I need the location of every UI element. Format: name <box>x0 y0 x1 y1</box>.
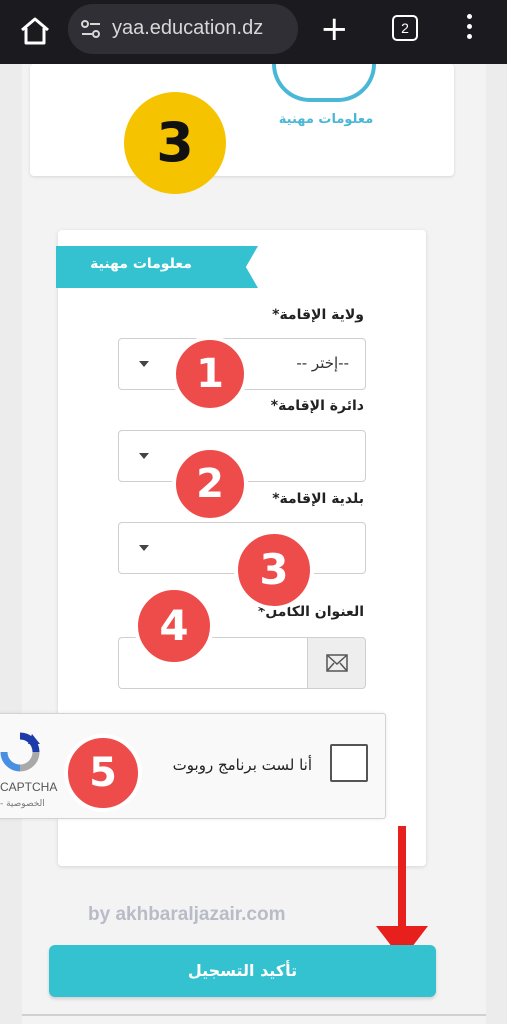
step-indicator-card <box>30 64 454 176</box>
more-menu-icon[interactable] <box>464 14 474 44</box>
step-number-badge: 3 <box>124 92 226 194</box>
section-title: معلومات مهنية <box>90 256 192 272</box>
current-step-label: معلومات مهنية <box>278 112 374 127</box>
annotation-badge-4: 4 <box>134 586 214 666</box>
chevron-down-icon <box>139 453 149 459</box>
recaptcha-privacy-link[interactable]: الخصوصية - <box>0 799 45 809</box>
tab-switcher-button[interactable]: 2 <box>392 15 418 41</box>
wilaya-label: ولاية الإقامة* <box>272 307 364 323</box>
commune-label: بلدية الإقامة* <box>272 491 364 507</box>
bottom-divider <box>22 1014 486 1016</box>
wilaya-select-value: --إختر -- <box>296 354 349 372</box>
envelope-icon <box>326 654 348 672</box>
browser-toolbar: yaa.education.dz + 2 <box>0 0 507 64</box>
chevron-down-icon <box>139 361 149 367</box>
watermark-text: by akhbaraljazair.com <box>88 904 286 925</box>
recaptcha-label: أنا لست برنامج روبوت <box>172 756 312 774</box>
url-text: yaa.education.dz <box>112 17 264 39</box>
home-icon[interactable] <box>18 14 52 48</box>
recaptcha-checkbox[interactable] <box>330 744 368 782</box>
annotation-badge-1: 1 <box>172 336 248 412</box>
recaptcha-brand: CAPTCHA <box>0 780 58 794</box>
annotation-badge-2: 2 <box>172 446 248 522</box>
confirm-registration-button[interactable]: تأكيد التسجيل <box>49 945 436 997</box>
recaptcha-logo-icon <box>0 732 40 772</box>
address-addon <box>307 637 366 689</box>
new-tab-icon[interactable]: + <box>320 12 349 46</box>
annotation-badge-3: 3 <box>234 530 314 610</box>
site-settings-icon[interactable] <box>80 19 102 39</box>
annotation-badge-5: 5 <box>64 734 142 812</box>
address-bar[interactable]: yaa.education.dz <box>68 4 298 54</box>
arrow-down-icon <box>376 826 428 960</box>
confirm-registration-label: تأكيد التسجيل <box>187 961 298 980</box>
chevron-down-icon <box>139 545 149 551</box>
daira-label: دائرة الإقامة* <box>270 398 364 414</box>
